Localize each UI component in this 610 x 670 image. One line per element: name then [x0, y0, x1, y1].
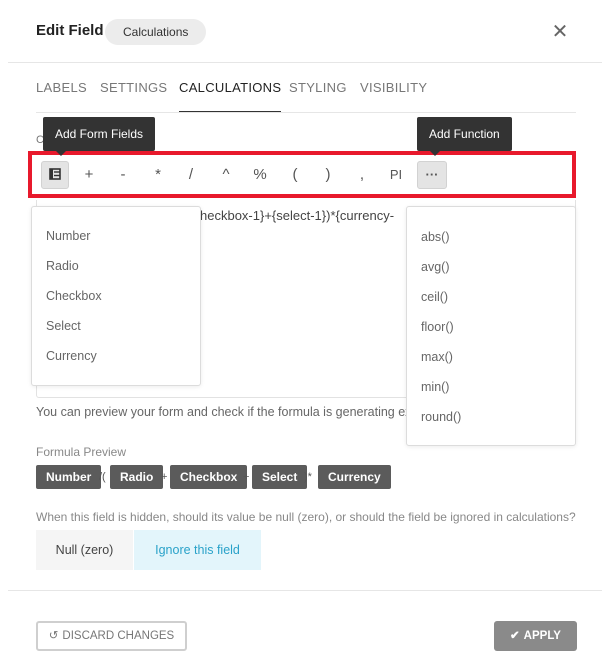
operator-minus-button[interactable]: -	[109, 161, 137, 189]
open-paren-button[interactable]: (	[281, 161, 309, 189]
operator-divide-button[interactable]: /	[177, 161, 205, 189]
tab-labels[interactable]: LABELS	[36, 80, 87, 95]
menu-item-avg[interactable]: avg()	[421, 260, 449, 274]
pi-button[interactable]: PI	[381, 161, 411, 189]
operator-modulo-button[interactable]: %	[246, 161, 274, 189]
add-form-fields-tooltip: Add Form Fields	[43, 117, 156, 156]
formula-toolbar: + - * / ^ % ( ) , PI ···	[28, 151, 576, 198]
list-icon	[49, 168, 61, 180]
operator-multiply-button[interactable]: *	[144, 161, 172, 189]
tab-settings[interactable]: SETTINGS	[100, 80, 167, 95]
modal-header: Edit Field Calculations ✕	[0, 0, 610, 62]
discard-changes-button[interactable]: ↺ DISCARD CHANGES	[36, 621, 187, 651]
preview-operator: +	[243, 471, 250, 483]
menu-item-round[interactable]: round()	[421, 410, 461, 424]
field-type-badge: Calculations	[105, 19, 207, 45]
hidden-field-question: When this field is hidden, should its va…	[36, 510, 576, 524]
check-icon: ✔	[510, 630, 520, 642]
preview-operator: +	[161, 471, 168, 483]
preview-chip-number: Number	[36, 465, 102, 489]
form-fields-menu: Number Radio Checkbox Select Currency	[31, 206, 201, 386]
menu-item-min[interactable]: min()	[421, 380, 449, 394]
functions-menu: abs() avg() ceil() floor() max() min() r…	[406, 206, 576, 446]
preview-chip-checkbox: Checkbox	[170, 465, 248, 489]
menu-item-floor[interactable]: floor()	[421, 320, 454, 334]
undo-icon: ↺	[48, 630, 59, 642]
preview-chip-currency: Currency	[318, 465, 391, 489]
menu-item-number[interactable]: Number	[46, 229, 90, 243]
menu-item-radio[interactable]: Radio	[46, 259, 79, 273]
ignore-field-option[interactable]: Ignore this field	[134, 530, 261, 570]
close-paren-button[interactable]: )	[314, 161, 342, 189]
preview-chip-select: Select	[252, 465, 308, 489]
tab-styling[interactable]: STYLING	[289, 80, 347, 95]
close-icon[interactable]: ✕	[548, 20, 572, 44]
add-function-tooltip: Add Function	[417, 117, 512, 156]
tabs-divider	[36, 112, 576, 113]
tab-calculations[interactable]: CALCULATIONS	[179, 80, 282, 113]
apply-button[interactable]: ✔ APPLY	[494, 621, 577, 651]
operator-plus-button[interactable]: +	[75, 161, 103, 189]
formula-preview-label: Formula Preview	[36, 445, 127, 459]
menu-item-max[interactable]: max()	[421, 350, 453, 364]
preview-operator: /(	[99, 471, 106, 483]
operator-power-button[interactable]: ^	[212, 161, 240, 189]
menu-item-select[interactable]: Select	[46, 319, 81, 333]
menu-item-ceil[interactable]: ceil()	[421, 290, 448, 304]
preview-chip-radio: Radio	[110, 465, 164, 489]
discard-label: DISCARD CHANGES	[62, 630, 175, 642]
add-function-button[interactable]: ···	[417, 161, 447, 189]
apply-label: APPLY	[523, 630, 561, 642]
menu-item-currency[interactable]: Currency	[46, 349, 97, 363]
header-divider	[8, 62, 602, 63]
add-form-fields-button[interactable]	[41, 161, 69, 189]
modal-title: Edit Field	[36, 22, 104, 39]
preview-operator: )*	[304, 471, 312, 483]
comma-button[interactable]: ,	[348, 161, 376, 189]
null-zero-option[interactable]: Null (zero)	[36, 530, 133, 570]
menu-item-checkbox[interactable]: Checkbox	[46, 289, 102, 303]
menu-item-abs[interactable]: abs()	[421, 230, 449, 244]
formula-help-text: You can preview your form and check if t…	[36, 405, 406, 419]
footer-divider	[8, 590, 602, 591]
tab-visibility[interactable]: VISIBILITY	[360, 80, 427, 95]
formula-text: heckbox-1}+{select-1})*{currency-	[200, 208, 395, 223]
